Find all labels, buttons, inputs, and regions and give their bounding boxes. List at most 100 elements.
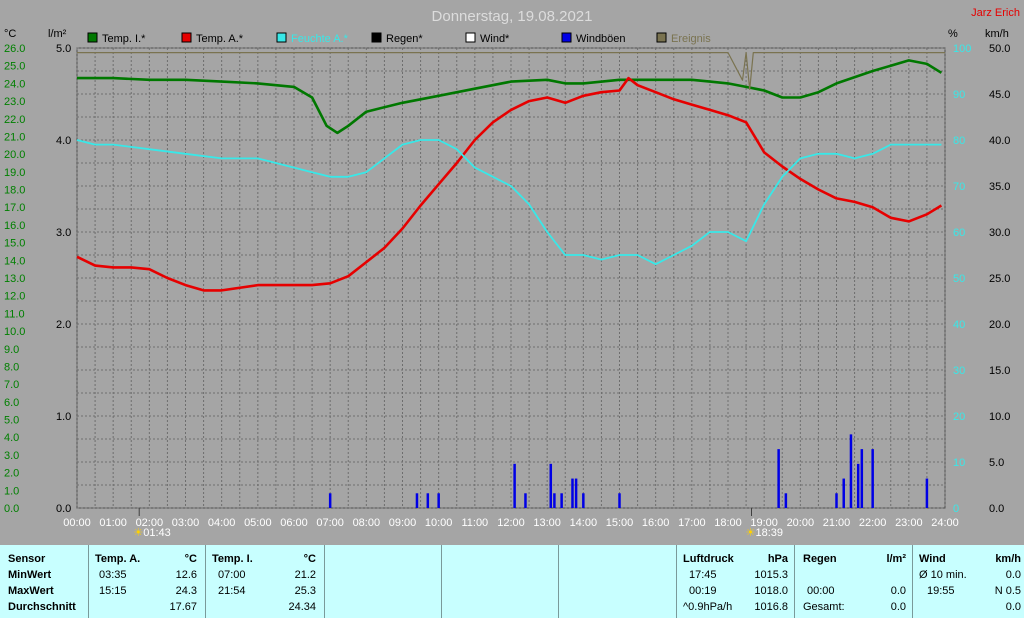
y-tick-label-rain: 2.0 xyxy=(56,319,71,331)
unit-humidity: % xyxy=(948,28,958,40)
temp-i-max-val: 25.3 xyxy=(294,585,316,597)
y-tick-label-wind: 10.0 xyxy=(989,411,1010,423)
y-tick-label-temp: 16.0 xyxy=(4,220,25,232)
row-label-min: MinWert xyxy=(8,569,52,581)
pressure-column: Luftdruck hPa 17:45 1015.3 00:19 1018.0 … xyxy=(677,545,795,618)
y-tick-label-temp: 23.0 xyxy=(4,96,25,108)
legend-label: Windböen xyxy=(576,33,626,45)
x-tick-label: 10:00 xyxy=(425,517,453,529)
empty-column-2 xyxy=(442,545,559,618)
legend-swatch xyxy=(371,32,382,43)
wind-avg10: 0.0 xyxy=(1005,569,1021,581)
legend-swatch xyxy=(656,32,667,43)
x-tick-label: 06:00 xyxy=(280,517,308,529)
legend-label: Regen* xyxy=(386,33,423,45)
temp-i-column: Temp. I. °C 07:00 21.2 21:54 25.3 24.34 xyxy=(206,545,325,618)
pressure-max-time: 00:19 xyxy=(689,585,717,597)
summary-table: Sensor MinWert MaxWert Durchschnitt Temp… xyxy=(0,545,1024,618)
temp-a-max-val: 24.3 xyxy=(175,585,197,597)
y-tick-label-temp: 4.0 xyxy=(4,432,19,444)
y-tick-label-wind: 45.0 xyxy=(989,89,1010,101)
y-tick-label-temp: 11.0 xyxy=(4,308,25,320)
y-tick-label-temp: 5.0 xyxy=(4,415,19,427)
unit-temp: °C xyxy=(4,28,16,40)
y-tick-label-wind: 35.0 xyxy=(989,181,1010,193)
y-tick-label-temp: 1.0 xyxy=(4,485,19,497)
y-tick-label-humidity: 50 xyxy=(953,273,965,285)
x-tick-label: 00:00 xyxy=(63,517,91,529)
x-tick-label: 12:00 xyxy=(497,517,525,529)
x-tick-label: 11:00 xyxy=(461,517,488,529)
legend: Temp. I.* Temp. A.* Feuchte A.* Regen* Wind*… xyxy=(87,32,711,45)
y-tick-label-temp: 9.0 xyxy=(4,344,19,356)
x-tick-label: 04:00 xyxy=(208,517,236,529)
wind-column: Wind km/h Ø 10 min. 0.0 19:55 N 0.5 0.0 xyxy=(913,545,1023,618)
y-tick-label-humidity: 20 xyxy=(953,411,965,423)
y-tick-label-humidity: 90 xyxy=(953,89,965,101)
y-tick-label-temp: 12.0 xyxy=(4,291,25,303)
legend-label: Wind* xyxy=(480,33,510,45)
y-tick-label-humidity: 70 xyxy=(953,181,965,193)
row-label-max: MaxWert xyxy=(8,585,54,597)
y-tick-label-temp: 17.0 xyxy=(4,202,25,214)
y-tick-label-temp: 21.0 xyxy=(4,131,25,143)
x-tick-label: 15:00 xyxy=(606,517,634,529)
y-tick-label-temp: 10.0 xyxy=(4,326,25,338)
rain-max-time: 00:00 xyxy=(807,585,835,597)
pressure-max-val: 1018.0 xyxy=(754,585,788,597)
temp-a-unit: °C xyxy=(184,553,197,565)
rain-column: Regen l/m² 00:00 0.0 Gesamt: 0.0 xyxy=(795,545,913,618)
y-tick-label-humidity: 80 xyxy=(953,135,965,147)
y-tick-label-humidity: 30 xyxy=(953,365,965,377)
wind-avg: 0.0 xyxy=(1005,601,1021,613)
x-tick-label: 23:00 xyxy=(895,517,923,529)
pressure-unit: hPa xyxy=(767,553,788,565)
y-tick-label-temp: 15.0 xyxy=(4,238,25,250)
rain-total: 0.0 xyxy=(890,601,906,613)
empty-column-1 xyxy=(325,545,442,618)
x-tick-label: 21:00 xyxy=(823,517,851,529)
temp-a-min-val: 12.6 xyxy=(175,569,197,581)
x-tick-label: 03:00 xyxy=(172,517,200,529)
y-tick-label-temp: 2.0 xyxy=(4,468,19,480)
y-tick-label-rain: 4.0 xyxy=(56,135,71,147)
y-tick-label-temp: 22.0 xyxy=(4,114,25,126)
y-tick-label-wind: 25.0 xyxy=(989,273,1010,285)
temp-a-column: Temp. A. °C 03:35 12.6 15:15 24.3 17.67 xyxy=(89,545,206,618)
wind-header: Wind xyxy=(919,553,946,565)
y-tick-label-temp: 19.0 xyxy=(4,167,25,179)
y-tick-label-wind: 15.0 xyxy=(989,365,1010,377)
x-tick-label: 17:00 xyxy=(678,517,706,529)
rain-max-val: 0.0 xyxy=(890,585,906,597)
y-tick-label-temp: 0.0 xyxy=(4,503,19,515)
temp-a-max-time: 15:15 xyxy=(99,585,127,597)
y-tick-label-rain: 5.0 xyxy=(56,43,71,55)
y-tick-label-temp: 24.0 xyxy=(4,78,25,90)
x-tick-label: 16:00 xyxy=(642,517,670,529)
y-tick-label-humidity: 40 xyxy=(953,319,965,331)
marker-icon: ☀ xyxy=(133,527,143,539)
wind-unit: km/h xyxy=(995,553,1021,565)
temp-i-min-time: 07:00 xyxy=(218,569,246,581)
wind-max-time: 19:55 xyxy=(927,585,955,597)
y-tick-label-temp: 13.0 xyxy=(4,273,25,285)
legend-label: Ereignis xyxy=(671,33,711,45)
wind-max-val: N 0.5 xyxy=(994,585,1021,597)
x-tick-label: 24:00 xyxy=(931,517,959,529)
temp-i-max-time: 21:54 xyxy=(218,585,246,597)
y-tick-label-temp: 18.0 xyxy=(4,185,25,197)
y-tick-label-wind: 40.0 xyxy=(989,135,1010,147)
pressure-avg: 1016.8 xyxy=(754,601,788,613)
legend-label: Temp. I.* xyxy=(102,33,146,45)
legend-label: Temp. A.* xyxy=(196,33,244,45)
unit-wind: km/h xyxy=(985,28,1009,40)
y-tick-label-wind: 50.0 xyxy=(989,43,1010,55)
y-tick-label-rain: 0.0 xyxy=(56,503,71,515)
x-tick-label: 20:00 xyxy=(787,517,815,529)
x-tick-label: 08:00 xyxy=(353,517,381,529)
x-tick-label: 05:00 xyxy=(244,517,272,529)
y-tick-label-temp: 25.0 xyxy=(4,61,25,73)
temp-i-avg: 24.34 xyxy=(288,601,316,613)
temp-i-header: Temp. I. xyxy=(212,553,253,565)
temp-a-min-time: 03:35 xyxy=(99,569,127,581)
